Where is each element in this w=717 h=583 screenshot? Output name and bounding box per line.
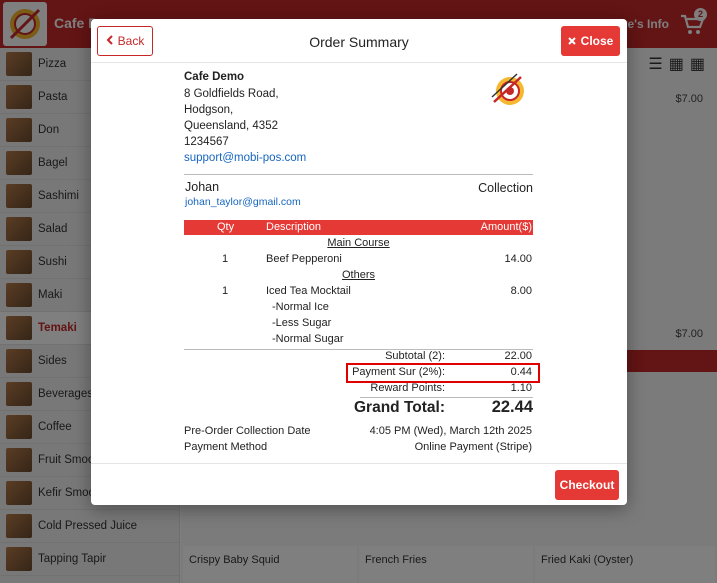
store-address-line: 8 Goldfields Road, [184,88,279,100]
modal-header: Back Order Summary Close [91,19,627,63]
reward-row: Reward Points: 1.10 [184,382,533,397]
order-summary-modal: Back Order Summary Close Cafe Demo 8 Gol… [91,19,627,505]
close-button-label: Close [580,34,614,48]
item-modifier: -Less Sugar [184,317,533,332]
checkout-button[interactable]: Checkout [555,470,619,500]
modifier-text: -Less Sugar [272,317,332,329]
surcharge-highlight [346,363,540,383]
payment-method-value: Online Payment (Stripe) [414,441,532,453]
table-row: 1 Beef Pepperoni 14.00 [184,253,533,268]
modal-footer: Checkout [91,463,627,505]
order-type: Collection [478,181,533,195]
reward-label: Reward Points: [370,382,445,394]
close-icon [567,34,576,48]
category-heading: Main Course [327,237,390,249]
collection-date-row: Pre-Order Collection Date 4:05 PM (Wed),… [184,425,533,440]
customer-name: Johan [185,180,220,194]
item-description: Beef Pepperoni [266,253,342,265]
close-button[interactable]: Close [561,26,620,56]
header-description: Description [266,221,322,233]
items-table-header: Qty Description Amount($) [184,220,533,235]
item-description: Iced Tea Mocktail [266,285,351,297]
store-address-line: Hodgson, [184,104,234,116]
grand-total-row: Grand Total: 22.44 [184,398,533,418]
collection-date-value: 4:05 PM (Wed), March 12th 2025 [369,425,532,437]
receipt-body[interactable]: Cafe Demo 8 Goldfields Road, Hodgson, Qu… [91,64,627,462]
item-amount: 14.00 [504,253,532,265]
divider [184,174,533,175]
table-row: 1 Iced Tea Mocktail 8.00 [184,285,533,300]
store-email-link[interactable]: support@mobi-pos.com [184,152,306,164]
item-qty: 1 [222,285,229,297]
modifier-text: -Normal Ice [272,301,329,313]
item-amount: 8.00 [510,285,532,297]
grand-total-label: Grand Total: [354,399,445,416]
grand-total-value: 22.44 [491,398,533,416]
item-modifier: -Normal Ice [184,301,533,316]
category-heading: Others [341,269,375,281]
subtotal-label: Subtotal (2): [385,350,445,362]
store-phone: 1234567 [184,136,229,148]
store-logo [489,72,529,112]
reward-value: 1.10 [510,382,532,394]
customer-email-link[interactable]: johan_taylor@gmail.com [185,196,301,208]
payment-method-row: Payment Method Online Payment (Stripe) [184,441,533,456]
item-qty: 1 [222,253,229,265]
store-address-line: Queensland, 4352 [184,120,278,132]
payment-method-label: Payment Method [184,441,268,453]
header-qty: Qty [217,221,235,233]
header-amount: Amount($) [480,221,532,233]
store-name: Cafe Demo [184,71,245,83]
item-modifier: -Normal Sugar [184,333,533,348]
modifier-text: -Normal Sugar [272,333,344,345]
collection-date-label: Pre-Order Collection Date [184,425,311,437]
subtotal-value: 22.00 [504,350,532,362]
modal-title: Order Summary [309,34,409,50]
